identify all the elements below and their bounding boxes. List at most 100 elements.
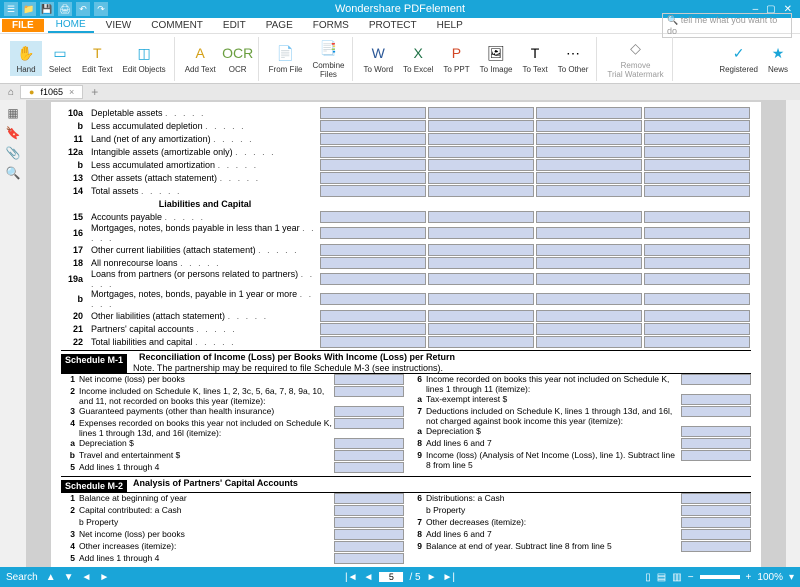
form-value-3[interactable] bbox=[536, 120, 642, 132]
bookmarks-icon[interactable]: 🔖 bbox=[5, 126, 21, 142]
from-file-button[interactable]: 📄From File bbox=[265, 41, 307, 76]
view-single-icon[interactable]: ▯ bbox=[645, 572, 651, 583]
document-tab[interactable]: ● f1065 × bbox=[20, 85, 83, 99]
edit-objects-tool[interactable]: ◫Edit Objects bbox=[119, 41, 170, 76]
form-value-3[interactable] bbox=[536, 211, 642, 223]
schedule-value[interactable] bbox=[334, 438, 404, 449]
menu-view[interactable]: VIEW bbox=[98, 19, 140, 32]
form-value-3[interactable] bbox=[536, 107, 642, 119]
schedule-value[interactable] bbox=[334, 529, 404, 540]
view-continuous-icon[interactable]: ▤ bbox=[657, 572, 666, 583]
schedule-value[interactable] bbox=[681, 529, 751, 540]
tab-close-icon[interactable]: × bbox=[69, 87, 74, 97]
schedule-value[interactable] bbox=[334, 418, 404, 429]
schedule-value[interactable] bbox=[681, 541, 751, 552]
form-value-3[interactable] bbox=[536, 244, 642, 256]
zoom-dropdown-icon[interactable]: ▾ bbox=[789, 572, 794, 583]
nav-down-icon[interactable]: ▼ bbox=[64, 572, 74, 583]
form-value-4[interactable] bbox=[644, 273, 750, 285]
form-value-4[interactable] bbox=[644, 257, 750, 269]
form-value-2[interactable] bbox=[428, 323, 534, 335]
schedule-value[interactable] bbox=[681, 450, 751, 461]
form-value-2[interactable] bbox=[428, 120, 534, 132]
form-value-1[interactable] bbox=[320, 273, 426, 285]
form-value-4[interactable] bbox=[644, 146, 750, 158]
prev-page-icon[interactable]: ◄ bbox=[364, 572, 374, 583]
remove-watermark-button[interactable]: ◇Remove Trial Watermark bbox=[603, 37, 667, 81]
schedule-value[interactable] bbox=[334, 462, 404, 473]
form-value-2[interactable] bbox=[428, 227, 534, 239]
menu-comment[interactable]: COMMENT bbox=[143, 19, 211, 32]
form-value-2[interactable] bbox=[428, 133, 534, 145]
schedule-value[interactable] bbox=[681, 438, 751, 449]
form-value-1[interactable] bbox=[320, 257, 426, 269]
form-value-1[interactable] bbox=[320, 172, 426, 184]
form-value-3[interactable] bbox=[536, 159, 642, 171]
schedule-value[interactable] bbox=[681, 406, 751, 417]
form-value-1[interactable] bbox=[320, 211, 426, 223]
form-value-1[interactable] bbox=[320, 133, 426, 145]
form-value-2[interactable] bbox=[428, 159, 534, 171]
menu-protect[interactable]: PROTECT bbox=[361, 19, 425, 32]
menu-home[interactable]: HOME bbox=[48, 18, 94, 33]
news-button[interactable]: ★News bbox=[762, 41, 794, 76]
save-icon[interactable]: 💾 bbox=[40, 2, 54, 16]
schedule-value[interactable] bbox=[334, 493, 404, 504]
schedule-value[interactable] bbox=[681, 426, 751, 437]
schedule-value[interactable] bbox=[681, 505, 751, 516]
home-tab-icon[interactable]: ⌂ bbox=[4, 85, 18, 99]
form-value-2[interactable] bbox=[428, 107, 534, 119]
form-value-2[interactable] bbox=[428, 336, 534, 348]
ocr-tool[interactable]: OCROCR bbox=[222, 41, 254, 76]
schedule-value[interactable] bbox=[681, 493, 751, 504]
nav-up-icon[interactable]: ▲ bbox=[46, 572, 56, 583]
print-icon[interactable]: 🖨 bbox=[58, 2, 72, 16]
to-word-button[interactable]: WTo Word bbox=[359, 41, 397, 76]
form-value-3[interactable] bbox=[536, 323, 642, 335]
schedule-value[interactable] bbox=[334, 541, 404, 552]
form-value-2[interactable] bbox=[428, 146, 534, 158]
menu-icon[interactable]: ☰ bbox=[4, 2, 18, 16]
form-value-2[interactable] bbox=[428, 172, 534, 184]
form-value-1[interactable] bbox=[320, 336, 426, 348]
vertical-scrollbar[interactable] bbox=[786, 100, 800, 567]
zoom-in-icon[interactable]: + bbox=[746, 572, 752, 583]
hand-tool[interactable]: ✋Hand bbox=[10, 41, 42, 76]
combine-files-button[interactable]: 📑Combine Files bbox=[308, 37, 348, 81]
schedule-value[interactable] bbox=[334, 386, 404, 397]
to-ppt-button[interactable]: PTo PPT bbox=[439, 41, 473, 76]
form-value-2[interactable] bbox=[428, 244, 534, 256]
form-value-3[interactable] bbox=[536, 172, 642, 184]
form-value-4[interactable] bbox=[644, 185, 750, 197]
last-page-icon[interactable]: ►| bbox=[442, 572, 455, 583]
form-value-2[interactable] bbox=[428, 273, 534, 285]
status-search[interactable]: Search bbox=[6, 572, 38, 583]
form-value-2[interactable] bbox=[428, 211, 534, 223]
form-value-2[interactable] bbox=[428, 185, 534, 197]
schedule-value[interactable] bbox=[334, 553, 404, 564]
menu-edit[interactable]: EDIT bbox=[215, 19, 254, 32]
open-icon[interactable]: 📁 bbox=[22, 2, 36, 16]
form-value-1[interactable] bbox=[320, 293, 426, 305]
to-excel-button[interactable]: XTo Excel bbox=[399, 41, 437, 76]
form-value-4[interactable] bbox=[644, 293, 750, 305]
form-value-3[interactable] bbox=[536, 133, 642, 145]
schedule-value[interactable] bbox=[334, 505, 404, 516]
form-value-3[interactable] bbox=[536, 310, 642, 322]
add-tab-button[interactable]: + bbox=[85, 85, 104, 99]
redo-icon[interactable]: ↷ bbox=[94, 2, 108, 16]
form-value-4[interactable] bbox=[644, 211, 750, 223]
form-value-3[interactable] bbox=[536, 185, 642, 197]
form-value-4[interactable] bbox=[644, 227, 750, 239]
nav-prev-icon[interactable]: ◄ bbox=[82, 572, 92, 583]
schedule-value[interactable] bbox=[681, 394, 751, 405]
schedule-value[interactable] bbox=[681, 517, 751, 528]
form-value-2[interactable] bbox=[428, 257, 534, 269]
registered-button[interactable]: ✓Registered bbox=[715, 41, 762, 76]
form-value-3[interactable] bbox=[536, 146, 642, 158]
menu-page[interactable]: PAGE bbox=[258, 19, 301, 32]
nav-next-icon[interactable]: ► bbox=[99, 572, 109, 583]
view-facing-icon[interactable]: ▥ bbox=[672, 572, 681, 583]
undo-icon[interactable]: ↶ bbox=[76, 2, 90, 16]
document-viewport[interactable]: 10a Depletable assets . . . . . b Less a… bbox=[26, 100, 786, 567]
